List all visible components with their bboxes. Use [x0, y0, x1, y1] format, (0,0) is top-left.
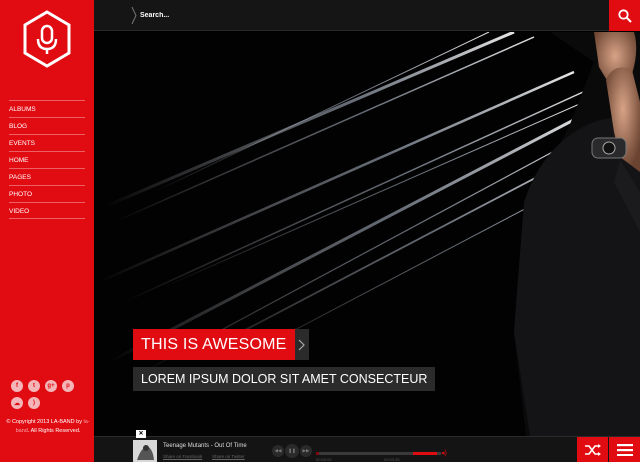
search-input[interactable]	[140, 8, 440, 23]
search-icon	[617, 8, 632, 23]
previous-icon: ◀◀	[274, 448, 282, 453]
nav-item-albums[interactable]: ALBUMS	[9, 100, 85, 117]
track-title: Teenage Mutants - Out Of Time	[163, 443, 247, 449]
slide-caption: THIS IS AWESOME	[133, 329, 309, 360]
progress-fill	[316, 452, 319, 455]
menu-button[interactable]	[609, 437, 640, 462]
pause-button[interactable]: ❚❚	[285, 444, 299, 458]
top-bar	[94, 0, 640, 31]
share-twitter-link[interactable]: Share on Twitter	[212, 454, 245, 459]
hamburger-menu-icon	[616, 444, 633, 456]
slide-next-button[interactable]	[294, 329, 309, 360]
nav-item-events[interactable]: EVENTS	[9, 134, 85, 151]
nav-item-home[interactable]: HOME	[9, 151, 85, 168]
pause-icon: ❚❚	[288, 448, 296, 453]
rss-icon[interactable]: )	[28, 397, 40, 409]
share-facebook-link[interactable]: Share on Facebook	[163, 454, 202, 459]
time-total: 00:03:35	[384, 457, 400, 462]
album-art-image	[133, 440, 157, 462]
next-button[interactable]: ▶▶	[300, 445, 312, 457]
twitter-icon[interactable]: t	[28, 380, 40, 392]
slide-subtitle: LOREM IPSUM DOLOR SIT AMET CONSECTEUR	[133, 367, 436, 391]
sidebar: ALBUMS BLOG EVENTS HOME PAGES PHOTO VIDE…	[0, 0, 94, 462]
copyright-prefix: © Copyright 2013 LA-BAND by	[6, 419, 82, 425]
microphone-logo-icon[interactable]	[21, 9, 73, 69]
shuffle-icon	[584, 444, 601, 456]
main-nav: ALBUMS BLOG EVENTS HOME PAGES PHOTO VIDE…	[9, 100, 85, 219]
hero-slider: THIS IS AWESOME LOREM IPSUM DOLOR SIT AM…	[94, 32, 640, 436]
soundcloud-icon[interactable]: ☁	[11, 397, 23, 409]
social-links: f t g+ p ☁ )	[11, 380, 87, 414]
nav-item-video[interactable]: VIDEO	[9, 202, 85, 219]
chevron-divider-icon	[131, 7, 137, 24]
next-icon: ▶▶	[302, 448, 310, 453]
shuffle-button[interactable]	[577, 437, 608, 462]
nav-item-blog[interactable]: BLOG	[9, 117, 85, 134]
volume-icon[interactable]: ◂)	[441, 449, 447, 457]
album-thumbnail	[133, 440, 157, 462]
volume-slider[interactable]	[413, 452, 437, 455]
facebook-icon[interactable]: f	[11, 380, 23, 392]
pinterest-icon[interactable]: p	[62, 380, 74, 392]
time-elapsed: 00:00:00	[316, 457, 332, 462]
copyright: © Copyright 2013 LA-BAND by la-band. All…	[6, 418, 90, 436]
nav-item-photo[interactable]: PHOTO	[9, 185, 85, 202]
copyright-suffix: . All Rights Reserved.	[27, 428, 81, 434]
music-player: ✕ Teenage Mutants - Out Of Time Share on…	[94, 430, 640, 462]
chevron-right-icon	[298, 339, 305, 350]
nav-item-pages[interactable]: PAGES	[9, 168, 85, 185]
previous-button[interactable]: ◀◀	[272, 445, 284, 457]
player-close-button[interactable]: ✕	[136, 430, 146, 438]
google-plus-icon[interactable]: g+	[45, 380, 57, 392]
slide-title: THIS IS AWESOME	[133, 329, 295, 360]
search-button[interactable]	[609, 0, 640, 31]
